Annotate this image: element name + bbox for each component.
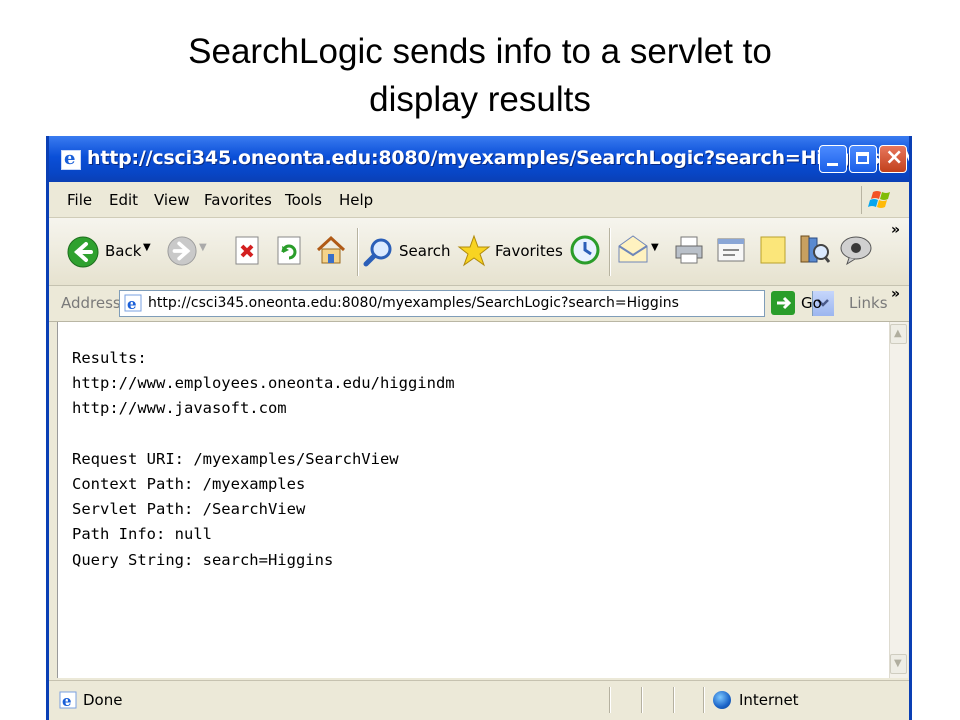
ie-page-icon: e (59, 691, 77, 709)
menu-favorites[interactable]: Favorites (204, 191, 272, 209)
menu-edit[interactable]: Edit (109, 191, 138, 209)
stop-icon[interactable] (233, 236, 261, 266)
menu-view[interactable]: View (154, 191, 190, 209)
ie-page-icon: e (61, 148, 81, 170)
maximize-button[interactable] (849, 145, 877, 173)
toolbar-overflow-icon[interactable]: » (891, 222, 900, 238)
address-url: http://csci345.oneonta.edu:8080/myexampl… (148, 295, 679, 311)
menu-help[interactable]: Help (339, 191, 373, 209)
forward-arrow-icon (167, 236, 197, 266)
internet-globe-icon (713, 691, 731, 709)
research-icon[interactable] (797, 232, 831, 266)
slide-title-line-2: display results (369, 80, 591, 119)
maximize-icon (856, 152, 869, 164)
output-line: http://www.employees.oneonta.edu/higgind… (72, 374, 455, 393)
print-icon[interactable] (673, 234, 705, 266)
page-content: Results: http://www.employees.oneonta.edu… (57, 322, 890, 678)
forward-dropdown-icon[interactable]: ▼ (199, 242, 207, 253)
window-title: http://csci345.oneonta.edu:8080/myexampl… (87, 147, 909, 169)
arrow-up-icon: ▲ (894, 328, 902, 339)
menu-bar: File Edit View Favorites Tools Help (49, 182, 909, 218)
back-label: Back (105, 242, 142, 260)
address-bar: Address e http://csci345.oneonta.edu:808… (49, 286, 909, 322)
output-line: Request URI: /myexamples/SearchView (72, 449, 399, 468)
windows-logo-icon (861, 186, 890, 214)
svg-text:e: e (127, 295, 137, 312)
zone-text: Internet (739, 691, 799, 709)
status-bar: e Done Internet (49, 680, 909, 720)
mail-button[interactable]: ▼ (617, 234, 665, 268)
vertical-scrollbar[interactable]: ▲ ▼ (889, 322, 908, 678)
mail-dropdown-icon[interactable]: ▼ (651, 242, 659, 253)
refresh-icon[interactable] (275, 236, 303, 266)
standard-toolbar: Back ▼ ▼ Search Favorites ▼ » (49, 218, 909, 286)
menu-file[interactable]: File (67, 191, 92, 209)
status-divider (641, 687, 643, 713)
output-line: Query String: search=Higgins (72, 550, 334, 569)
slide-title: SearchLogic sends info to a servlet to d… (100, 28, 860, 124)
forward-button[interactable]: ▼ (167, 236, 213, 270)
output-line: Context Path: /myexamples (72, 474, 306, 493)
home-icon[interactable] (315, 234, 347, 266)
history-icon[interactable] (569, 234, 601, 266)
close-button[interactable]: × (879, 145, 907, 173)
favorites-label: Favorites (495, 242, 563, 260)
toolbar-separator (357, 228, 359, 276)
output-line: Servlet Path: /SearchView (72, 500, 306, 519)
ie-page-icon: e (124, 294, 142, 312)
scroll-down-button[interactable]: ▼ (890, 654, 907, 674)
go-button[interactable] (771, 291, 795, 315)
mail-icon (618, 235, 648, 263)
output-line: Results: (72, 349, 147, 367)
menu-tools[interactable]: Tools (285, 191, 322, 209)
toolbar-separator (609, 228, 611, 276)
servlet-output: Results: http://www.employees.oneonta.edu… (72, 346, 455, 573)
slide-title-line-1: SearchLogic sends info to a servlet to (188, 32, 772, 71)
search-label: Search (399, 242, 451, 260)
minimize-button[interactable] (819, 145, 847, 173)
edit-icon[interactable] (715, 234, 747, 266)
output-line: http://www.javasoft.com (72, 399, 287, 418)
svg-text:e: e (62, 692, 72, 709)
go-label[interactable]: Go (801, 294, 822, 312)
discuss-icon[interactable] (757, 234, 789, 266)
search-icon (363, 238, 392, 267)
close-icon: × (885, 145, 904, 170)
output-line: Path Info: null (72, 525, 212, 544)
favorites-button[interactable]: Favorites (457, 232, 567, 272)
status-text: Done (83, 691, 123, 709)
back-dropdown-icon[interactable]: ▼ (143, 242, 151, 253)
links-label[interactable]: Links (849, 294, 888, 312)
address-input[interactable]: e http://csci345.oneonta.edu:8080/myexam… (119, 290, 834, 317)
go-arrow-icon (777, 296, 792, 310)
search-button[interactable]: Search (363, 232, 453, 272)
favorites-star-icon (457, 234, 491, 267)
links-overflow-icon[interactable]: » (891, 286, 900, 302)
browser-window: e http://csci345.oneonta.edu:8080/myexam… (46, 136, 912, 720)
scroll-up-button[interactable]: ▲ (890, 324, 907, 344)
back-arrow-icon (67, 236, 99, 268)
arrow-down-icon: ▼ (894, 658, 902, 669)
title-bar[interactable]: e http://csci345.oneonta.edu:8080/myexam… (49, 136, 909, 182)
status-divider (703, 687, 705, 713)
status-divider (609, 687, 611, 713)
address-label: Address (61, 294, 121, 312)
minimize-icon (827, 163, 838, 166)
back-button[interactable]: Back ▼ (63, 232, 153, 272)
messenger-icon[interactable] (839, 234, 873, 266)
status-divider (673, 687, 675, 713)
